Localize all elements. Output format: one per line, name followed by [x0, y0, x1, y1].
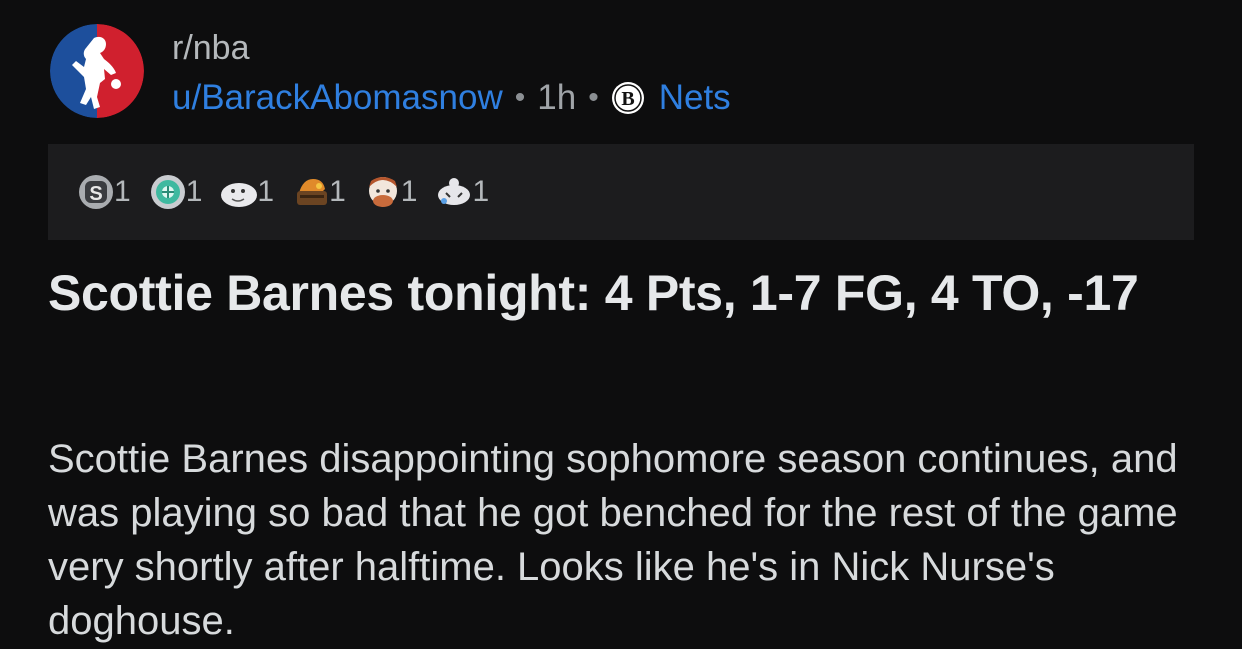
awards-bar[interactable]: S 1 1 1 1 1 1: [48, 144, 1194, 240]
upvote-ghost-award-icon: [221, 183, 258, 207]
award-count: 1: [257, 175, 275, 208]
tearing-up-award-icon: [438, 178, 471, 205]
separator-dot: •: [514, 81, 526, 114]
award-dumpster-fire[interactable]: 1: [291, 171, 346, 213]
post-body: Scottie Barnes disappointing sophomore s…: [48, 437, 1178, 643]
award-count: 1: [329, 175, 346, 208]
award-count: 1: [114, 175, 131, 208]
award-tearing-up[interactable]: 1: [434, 171, 489, 213]
svg-text:B: B: [621, 88, 634, 110]
post-title[interactable]: Scottie Barnes tonight: 4 Pts, 1-7 FG, 4…: [48, 264, 1198, 322]
facepalm-award-icon: [368, 177, 397, 207]
award-silver[interactable]: S 1: [76, 171, 131, 213]
award-helpful[interactable]: 1: [148, 171, 203, 213]
author-link[interactable]: u/BarackAbomasnow: [172, 78, 503, 118]
svg-text:S: S: [89, 183, 102, 205]
award-count: 1: [400, 175, 418, 208]
nets-logo-icon: B: [611, 81, 645, 115]
award-facepalm[interactable]: 1: [363, 171, 418, 213]
subreddit-name[interactable]: r/nba: [172, 28, 731, 68]
post-header: r/nba u/BarackAbomasnow • 1h • B Nets: [50, 24, 1190, 120]
separator-dot: •: [588, 81, 599, 114]
nba-subreddit-logo-icon[interactable]: [50, 24, 144, 118]
award-upvote-ghost[interactable]: 1: [219, 171, 274, 213]
silver-award-icon: S: [79, 175, 113, 209]
user-flair[interactable]: Nets: [659, 78, 731, 118]
helpful-award-icon: [150, 175, 185, 209]
post-time: 1h: [537, 78, 577, 117]
award-count: 1: [472, 175, 490, 208]
dumpster-fire-award-icon: [297, 179, 328, 205]
award-count: 1: [185, 175, 203, 208]
